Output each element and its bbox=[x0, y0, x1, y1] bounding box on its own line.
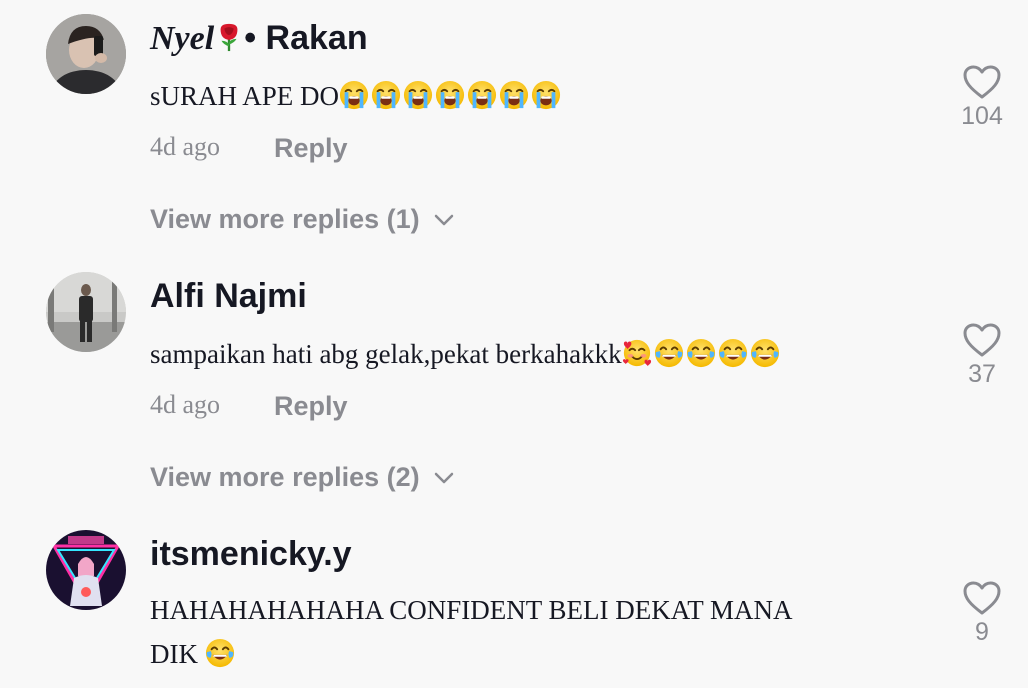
face-with-tears-of-joy-emoji-icon bbox=[205, 638, 235, 668]
like-button[interactable]: 37 bbox=[942, 322, 1022, 389]
face-with-tears-of-joy-emoji-icon bbox=[750, 338, 780, 368]
comment-username[interactable]: itsmenicky.y bbox=[150, 534, 352, 574]
face-with-tears-of-joy-emoji-icon bbox=[718, 338, 748, 368]
heart-outline-icon bbox=[962, 580, 1002, 616]
comment-text-content: DIK bbox=[150, 639, 198, 669]
avatar[interactable] bbox=[46, 530, 126, 610]
view-more-replies-button[interactable]: View more replies (1) bbox=[150, 204, 454, 235]
comment-timestamp: 4d ago bbox=[150, 390, 221, 419]
heart-outline-icon bbox=[962, 64, 1002, 100]
comment-text-line: HAHAHAHAHAHA CONFIDENT BELI DEKAT MANA bbox=[150, 595, 793, 625]
face-with-tears-of-joy-emoji-icon bbox=[686, 338, 716, 368]
username-styled: Nyel bbox=[150, 20, 215, 57]
view-more-replies-button[interactable]: View more replies (2) bbox=[150, 462, 454, 493]
loudly-crying-face-emoji-icon bbox=[499, 80, 529, 110]
loudly-crying-face-emoji-icon bbox=[339, 80, 369, 110]
loudly-crying-face-emoji-icon bbox=[531, 80, 561, 110]
loudly-crying-face-emoji-icon bbox=[435, 80, 465, 110]
comment-text: HAHAHAHAHAHA CONFIDENT BELI DEKAT MANA D… bbox=[150, 588, 793, 676]
view-more-label: View more replies (2) bbox=[150, 462, 420, 492]
avatar[interactable] bbox=[46, 272, 126, 352]
comment-username[interactable]: Alfi Najmi bbox=[150, 276, 307, 316]
heart-outline-icon bbox=[962, 322, 1002, 358]
comment-timestamp: 4d ago bbox=[150, 132, 221, 161]
comment-text-content: sampaikan hati abg gelak,pekat berkahakk… bbox=[150, 339, 622, 369]
comment-text: sURAH APE DO bbox=[150, 74, 563, 118]
emoji-group bbox=[622, 339, 782, 369]
loudly-crying-face-emoji-icon bbox=[467, 80, 497, 110]
smiling-face-with-hearts-emoji-icon bbox=[622, 338, 652, 368]
loudly-crying-face-emoji-icon bbox=[371, 80, 401, 110]
comment-text: sampaikan hati abg gelak,pekat berkahakk… bbox=[150, 332, 782, 376]
like-count: 37 bbox=[968, 360, 996, 388]
emoji-group bbox=[205, 639, 237, 669]
face-with-tears-of-joy-emoji-icon bbox=[654, 338, 684, 368]
like-button[interactable]: 9 bbox=[942, 580, 1022, 647]
loudly-crying-face-emoji-icon bbox=[403, 80, 433, 110]
like-count: 104 bbox=[961, 102, 1003, 130]
comment-text-content: sURAH APE DO bbox=[150, 81, 340, 111]
reply-button[interactable]: Reply bbox=[274, 133, 348, 164]
emoji-group bbox=[339, 81, 563, 111]
chevron-down-icon bbox=[434, 472, 454, 484]
chevron-down-icon bbox=[434, 214, 454, 226]
comment-text-line: DIK bbox=[150, 632, 793, 676]
rose-icon bbox=[214, 22, 244, 52]
like-count: 9 bbox=[975, 618, 989, 646]
view-more-label: View more replies (1) bbox=[150, 204, 420, 234]
comment-username[interactable]: Nyel • Rakan bbox=[150, 18, 368, 59]
reply-button[interactable]: Reply bbox=[274, 391, 348, 422]
username-rest: • Rakan bbox=[244, 19, 368, 57]
like-button[interactable]: 104 bbox=[942, 64, 1022, 131]
avatar[interactable] bbox=[46, 14, 126, 94]
